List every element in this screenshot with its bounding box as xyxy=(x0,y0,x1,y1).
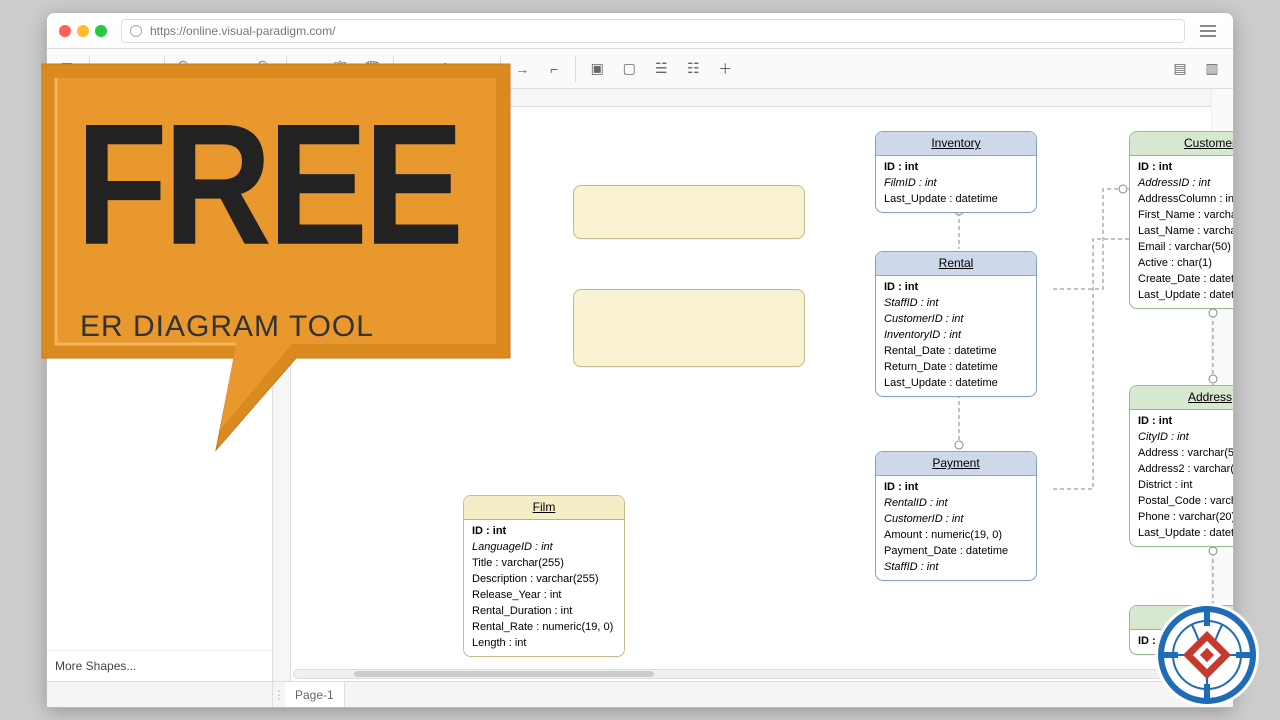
entity-title: Address xyxy=(1130,386,1233,410)
zoom-dot-icon[interactable] xyxy=(95,25,107,37)
entity-payment[interactable]: Payment ID : intRentalID : intCustomerID… xyxy=(875,451,1037,581)
page-tab-1[interactable]: Page-1 xyxy=(285,682,345,707)
url-text: https://online.visual-paradigm.com/ xyxy=(150,24,335,38)
entity-column: ID : int xyxy=(472,524,616,540)
entity-column: Phone : varchar(20) xyxy=(1138,510,1233,526)
entity-column: Create_Date : datetime xyxy=(1138,272,1233,288)
entity-column: Payment_Date : datetime xyxy=(884,544,1028,560)
entity-column: Release_Year : int xyxy=(472,588,616,604)
entity-column: ID : int xyxy=(884,480,1028,496)
entity-column: CityID : int xyxy=(1138,430,1233,446)
entity-column: Email : varchar(50) xyxy=(1138,240,1233,256)
entity-column: Last_Update : datetime xyxy=(884,192,1028,208)
entity-column: ID : int xyxy=(1138,160,1233,176)
entity-box-hidden-2[interactable] xyxy=(573,289,805,367)
entity-column: ID : int xyxy=(884,160,1028,176)
entity-column: Amount : numeric(19, 0) xyxy=(884,528,1028,544)
entity-rental[interactable]: Rental ID : intStaffID : intCustomerID :… xyxy=(875,251,1037,397)
to-front-button[interactable]: ▣ xyxy=(582,55,612,83)
entity-column: Last_Update : datetime xyxy=(884,376,1028,392)
entity-column: CustomerID : int xyxy=(884,512,1028,528)
entity-column: LanguageID : int xyxy=(472,540,616,556)
entity-column: StaffID : int xyxy=(884,296,1028,312)
entity-column: InventoryID : int xyxy=(884,328,1028,344)
add-button[interactable]: ＋ xyxy=(710,55,740,83)
entity-column: Title : varchar(255) xyxy=(472,556,616,572)
connector-elbow-button[interactable]: ⌐ xyxy=(539,55,569,83)
banner-subtitle: ER DIAGRAM TOOL xyxy=(80,310,374,344)
entity-column: District : int xyxy=(1138,478,1233,494)
entity-column: Last_Name : varchar(255) xyxy=(1138,224,1233,240)
format-panel-button[interactable]: ▥ xyxy=(1197,55,1227,83)
entity-address[interactable]: Address ID : intCityID : intAddress : va… xyxy=(1129,385,1233,547)
distribute-button[interactable]: ☷ xyxy=(678,55,708,83)
horizontal-scrollbar[interactable] xyxy=(293,669,1209,679)
entity-title: Customer xyxy=(1130,132,1233,156)
entity-column: Last_Update : datetime xyxy=(1138,526,1233,542)
entity-box-hidden-1[interactable] xyxy=(573,185,805,239)
entity-column: Return_Date : datetime xyxy=(884,360,1028,376)
entity-inventory[interactable]: Inventory ID : intFilmID : intLast_Updat… xyxy=(875,131,1037,213)
site-info-icon xyxy=(130,25,142,37)
entity-column: Rental_Duration : int xyxy=(472,604,616,620)
promo-banner: FREE ER DIAGRAM TOOL xyxy=(36,58,516,458)
entity-column: Postal_Code : varchar(10) xyxy=(1138,494,1233,510)
entity-title: Payment xyxy=(876,452,1036,476)
entity-column: Last_Update : datetime xyxy=(1138,288,1233,304)
entity-column: Rental_Date : datetime xyxy=(884,344,1028,360)
entity-title: Rental xyxy=(876,252,1036,276)
align-button[interactable]: ☱ xyxy=(646,55,676,83)
to-back-button[interactable]: ▢ xyxy=(614,55,644,83)
outline-toggle-button[interactable]: ▤ xyxy=(1165,55,1195,83)
entity-column: Active : char(1) xyxy=(1138,256,1233,272)
entity-column: Description : varchar(255) xyxy=(472,572,616,588)
entity-column: AddressColumn : int xyxy=(1138,192,1233,208)
minimize-dot-icon[interactable] xyxy=(77,25,89,37)
entity-column: Rental_Rate : numeric(19, 0) xyxy=(472,620,616,636)
entity-column: Address2 : varchar(50) xyxy=(1138,462,1233,478)
entity-column: ID : int xyxy=(1138,414,1233,430)
page-tabs: ⋮ Page-1 xyxy=(47,681,1233,707)
entity-column: AddressID : int xyxy=(1138,176,1233,192)
url-bar[interactable]: https://online.visual-paradigm.com/ xyxy=(121,19,1185,43)
entity-title: Film xyxy=(464,496,624,520)
entity-column: StaffID : int xyxy=(884,560,1028,576)
vp-logo-icon xyxy=(1152,600,1262,710)
entity-column: FilmID : int xyxy=(884,176,1028,192)
menu-icon[interactable] xyxy=(1195,19,1221,43)
entity-column: CustomerID : int xyxy=(884,312,1028,328)
entity-customer[interactable]: Customer ID : intAddressID : intAddressC… xyxy=(1129,131,1233,309)
window-bar: https://online.visual-paradigm.com/ xyxy=(47,13,1233,49)
entity-column: Address : varchar(50) xyxy=(1138,446,1233,462)
banner-headline: FREE xyxy=(76,85,460,284)
traffic-lights xyxy=(59,25,107,37)
entity-column: First_Name : varchar(255) xyxy=(1138,208,1233,224)
entity-film[interactable]: Film ID : intLanguageID : intTitle : var… xyxy=(463,495,625,657)
entity-column: Length : int xyxy=(472,636,616,652)
entity-title: Inventory xyxy=(876,132,1036,156)
entity-column: RentalID : int xyxy=(884,496,1028,512)
more-shapes-button[interactable]: More Shapes... xyxy=(47,650,272,681)
close-dot-icon[interactable] xyxy=(59,25,71,37)
entity-column: ID : int xyxy=(884,280,1028,296)
